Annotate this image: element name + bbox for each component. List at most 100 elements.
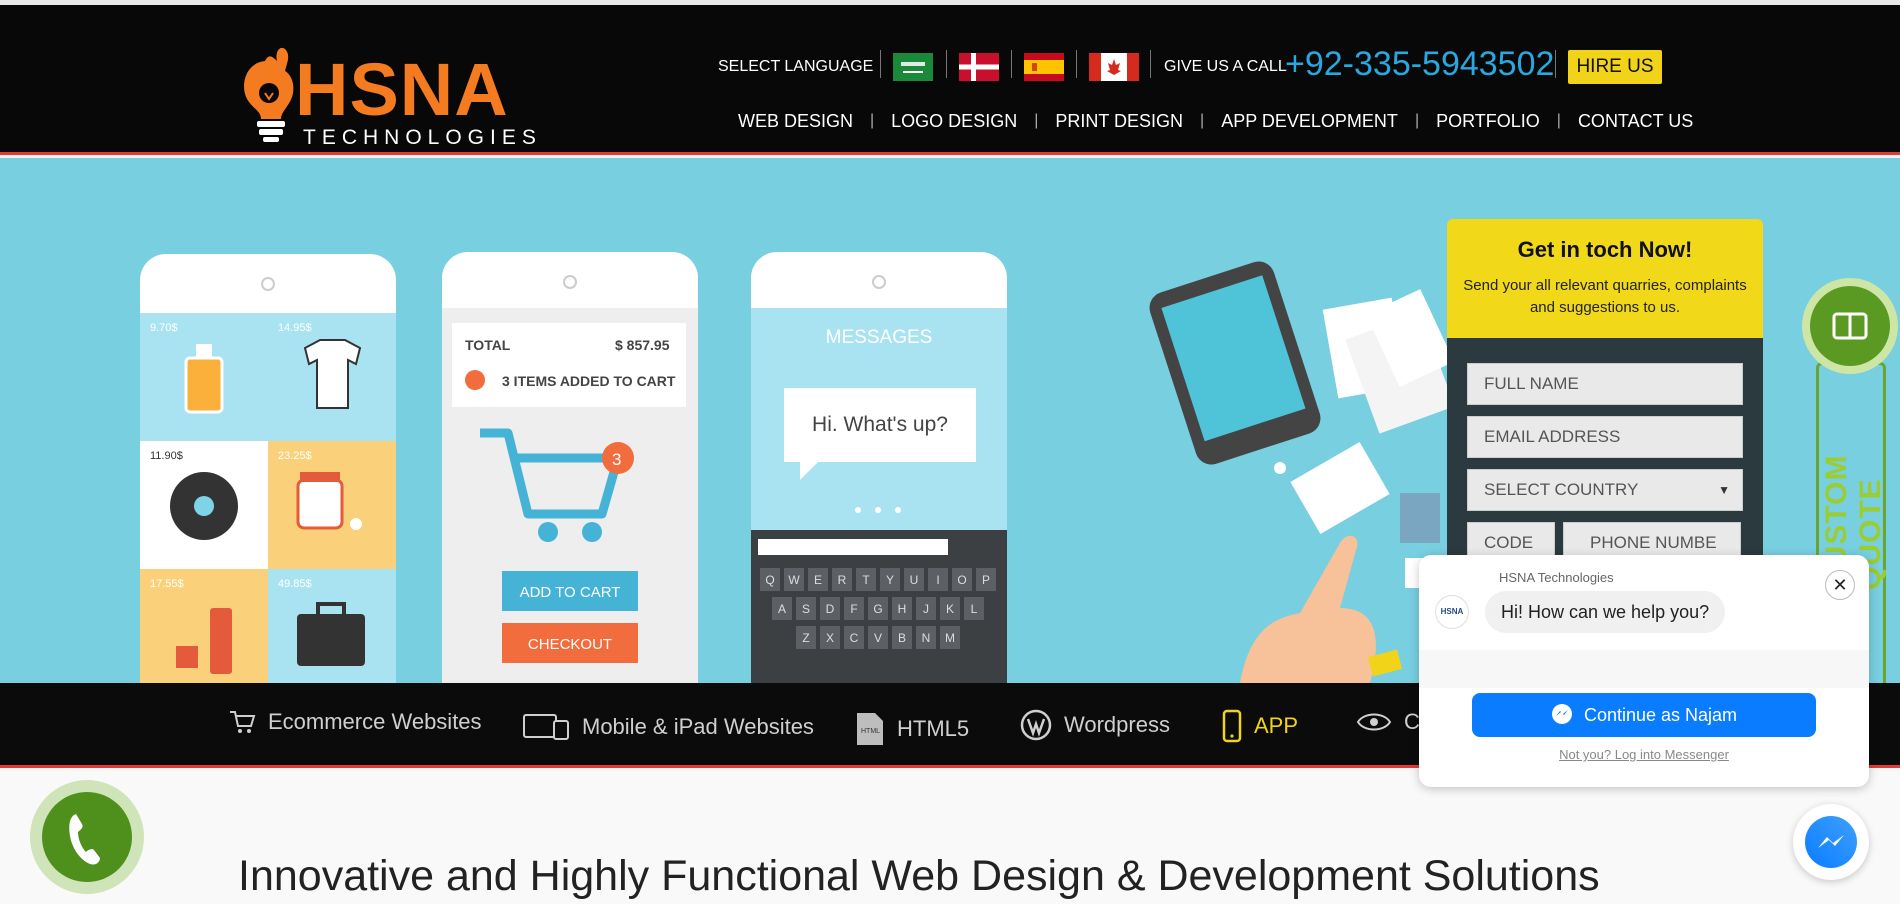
service-label: Ecommerce Websites: [268, 709, 482, 734]
saudi-arabia-flag-icon[interactable]: [893, 53, 933, 81]
keyboard-key-label: D: [826, 602, 835, 616]
keyboard-key-label: Q: [765, 573, 774, 587]
service-html5[interactable]: HTML HTML5: [855, 711, 969, 747]
message-bubble-text: Hi. What's up?: [812, 413, 948, 436]
custom-quote-badge[interactable]: [1802, 278, 1898, 374]
keyboard-key-label: V: [874, 631, 882, 645]
divider: [880, 50, 881, 78]
messenger-icon: [1551, 704, 1572, 724]
service-wordpress[interactable]: Wordpress: [1020, 709, 1170, 741]
nav-print-design[interactable]: PRINT DESIGN: [1055, 111, 1183, 132]
service-mobile-ipad[interactable]: Mobile & iPad Websites: [522, 713, 814, 741]
cart-count-badge: 3: [612, 450, 621, 469]
nav-app-development[interactable]: APP DEVELOPMENT: [1221, 111, 1398, 132]
nav-separator: |: [1200, 112, 1205, 129]
hire-us-button[interactable]: HIRE US: [1568, 50, 1662, 84]
denmark-flag-icon[interactable]: [959, 53, 999, 81]
keyboard-key-label: G: [873, 602, 882, 616]
price-label: 11.90$: [150, 450, 183, 462]
book-icon-circle: [1810, 286, 1890, 366]
close-icon[interactable]: ✕: [1825, 570, 1855, 600]
service-label: APP: [1254, 713, 1299, 738]
continue-as-button[interactable]: Continue as Najam: [1472, 693, 1816, 737]
mobile-phone-icon: [1222, 709, 1242, 743]
canada-flag-icon[interactable]: [1089, 53, 1139, 81]
divider: [1555, 50, 1556, 78]
keyboard-key-label: K: [946, 602, 954, 616]
cart-icon: [230, 711, 256, 733]
keyboard-key-label: E: [814, 573, 822, 587]
nav-web-design[interactable]: WEB DESIGN: [738, 111, 853, 132]
keyboard-key-label: Y: [886, 573, 894, 587]
keyboard-key-label: N: [922, 631, 931, 645]
phone-shop-illustration: 9.70$ 14.95$ 11.90$ 23.25$ 17.55$ 49.85$: [140, 254, 396, 683]
price-label: 23.25$: [278, 450, 312, 462]
phone-cart-illustration: TOTAL $ 857.95 3 ITEMS ADDED TO CART 3 A…: [442, 252, 698, 683]
logo-wordmark: HSNA: [295, 48, 509, 131]
nav-contact-us[interactable]: CONTACT US: [1578, 111, 1693, 132]
divider: [946, 50, 947, 78]
spain-flag-icon[interactable]: [1024, 53, 1064, 81]
nav-separator: |: [1414, 112, 1420, 129]
avatar: HSNA: [1435, 595, 1469, 629]
keyboard-key-label: O: [957, 573, 966, 587]
price-label: 49.85$: [278, 578, 312, 590]
html-file-icon: HTML: [857, 713, 883, 745]
cart-total-value: $ 857.95: [615, 337, 670, 353]
chat-page-name: HSNA Technologies: [1499, 570, 1614, 585]
keyboard-key-label: U: [910, 573, 919, 587]
full-name-input[interactable]: FULL NAME: [1467, 363, 1743, 405]
keyboard-key-label: B: [898, 631, 906, 645]
page-headline: Innovative and Highly Functional Web Des…: [238, 852, 1600, 900]
log-into-messenger-link[interactable]: Not you? Log into Messenger: [1419, 747, 1869, 762]
nav-separator: |: [1556, 112, 1561, 129]
cart-total-label: TOTAL: [465, 337, 511, 353]
main-nav: WEB DESIGN | LOGO DESIGN | PRINT DESIGN …: [738, 110, 1693, 132]
form-title: Get in toch Now!: [1517, 237, 1693, 262]
service-app[interactable]: APP: [1222, 709, 1298, 743]
logo[interactable]: HSNA TECHNOLOGIES: [235, 35, 536, 150]
price-label: 17.55$: [150, 578, 184, 590]
nav-separator: |: [1034, 112, 1039, 129]
keyboard-key-label: T: [862, 573, 870, 587]
nav-separator: |: [870, 112, 875, 129]
wordpress-icon: [1020, 709, 1052, 741]
form-body: FULL NAME EMAIL ADDRESS SELECT COUNTRY ▼…: [1447, 338, 1763, 564]
messenger-chat-popup: HSNA Technologies HSNA Hi! How can we he…: [1419, 555, 1869, 787]
nav-portfolio[interactable]: PORTFOLIO: [1436, 111, 1540, 132]
keyboard-key-label: S: [802, 602, 810, 616]
keyboard-key-label: Z: [802, 631, 809, 645]
contact-form: Get in toch Now! Send your all relevant …: [1447, 219, 1763, 564]
keyboard-key-label: P: [982, 573, 990, 587]
divider: [1011, 50, 1012, 78]
messenger-launcher-button[interactable]: [1793, 804, 1869, 880]
chat-greeting-bubble: Hi! How can we help you?: [1485, 591, 1726, 633]
service-label: HTML5: [897, 716, 970, 741]
country-select-value: SELECT COUNTRY: [1484, 480, 1639, 499]
logo-subtitle: TECHNOLOGIES: [303, 126, 542, 149]
cart-items-label: 3 ITEMS ADDED TO CART: [502, 373, 676, 389]
keyboard-key-label: A: [778, 602, 786, 616]
service-ecommerce[interactable]: Ecommerce Websites: [228, 709, 482, 735]
continue-as-label: Continue as Najam: [1583, 705, 1738, 725]
phone-icon: [69, 814, 100, 865]
divider: [1076, 50, 1077, 78]
keyboard-key-label: R: [838, 573, 847, 587]
divider: [1150, 50, 1151, 78]
email-input[interactable]: EMAIL ADDRESS: [1467, 416, 1743, 458]
phone-number-link[interactable]: +92-335-5943502: [1285, 47, 1554, 81]
svg-text:HTML: HTML: [861, 728, 880, 735]
call-button[interactable]: [30, 780, 144, 894]
form-subtitle: Send your all relevant quarries, complai…: [1463, 277, 1747, 316]
select-language-label: SELECT LANGUAGE: [718, 58, 874, 75]
service-label: Mobile & iPad Websites: [582, 714, 814, 739]
country-select[interactable]: SELECT COUNTRY ▼: [1467, 469, 1743, 511]
keyboard-key-label: W: [788, 573, 800, 587]
price-label: 9.70$: [150, 322, 178, 334]
keyboard-key-label: L: [971, 602, 978, 616]
nav-logo-design[interactable]: LOGO DESIGN: [891, 111, 1017, 132]
messenger-icon: [1805, 816, 1857, 868]
price-label: 14.95$: [278, 322, 312, 334]
chat-divider: [1419, 650, 1869, 688]
messages-title: MESSAGES: [826, 327, 933, 348]
